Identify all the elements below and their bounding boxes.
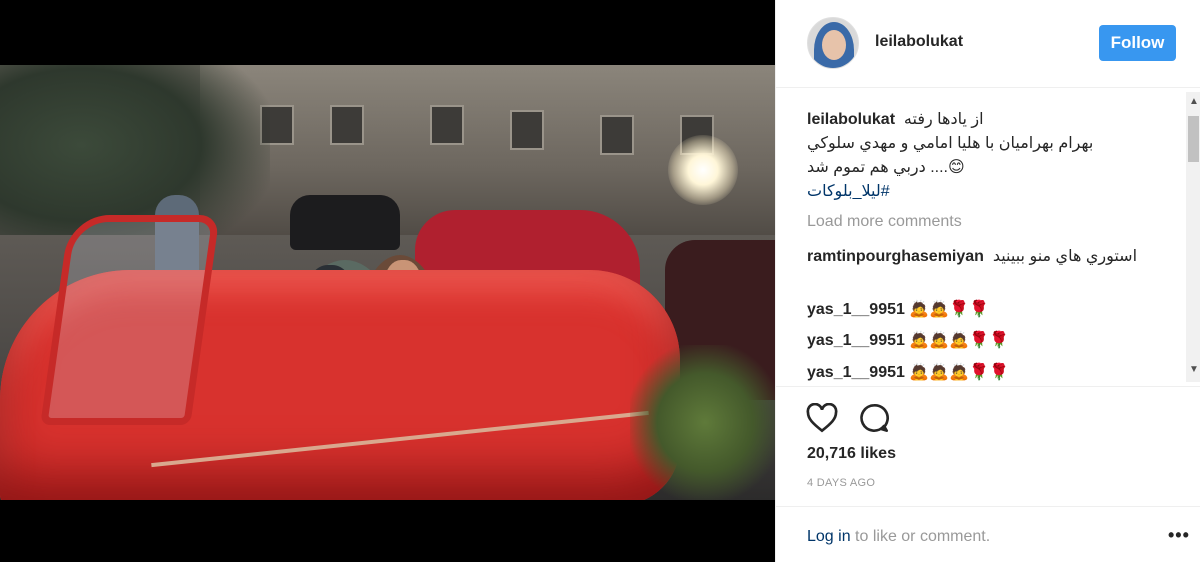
post-media[interactable] — [0, 0, 775, 562]
heart-icon[interactable] — [806, 403, 838, 433]
caption-line: 😊.... دربي هم تموم شد — [807, 159, 965, 176]
scrollbar-thumb[interactable] — [1188, 116, 1199, 162]
post-timestamp[interactable]: 4 DAYS AGO — [807, 477, 875, 489]
comments-scrollbar[interactable]: ▲ ▼ — [1186, 92, 1200, 382]
comment-text: 🙇🙇🙇🌹🌹 — [909, 364, 1009, 381]
comment-item: ramtinpourghasemiyan استوري هاي منو ببين… — [807, 245, 1177, 269]
comment-username[interactable]: yas_1__9951 — [807, 332, 905, 349]
comment-item: yas_1__9951 🙇🙇🙇🌹🌹 — [807, 329, 1177, 353]
comment-item: yas_1__9951 🙇🙇🙇🌹🌹 — [807, 361, 1177, 385]
comment-username[interactable]: yas_1__9951 — [807, 301, 905, 318]
comments-list: leilabolukat از يادها رفته بهرام بهراميا… — [776, 88, 1186, 386]
login-link[interactable]: Log in — [807, 528, 851, 545]
comment-text: 🙇🙇🌹🌹 — [909, 301, 990, 318]
login-prompt-text: to like or comment. — [850, 528, 991, 545]
load-more-comments[interactable]: Load more comments — [807, 213, 962, 231]
hashtag-link[interactable]: #ليلا_بلوكات — [807, 180, 1177, 204]
comment-item: yas_1__9951 🙇🙇🌹🌹 — [807, 298, 1177, 322]
post-header: leilabolukat Follow — [776, 0, 1200, 88]
comment-username[interactable]: yas_1__9951 — [807, 364, 905, 381]
likes-count[interactable]: 20,716 likes — [807, 445, 896, 463]
scroll-down-arrow-icon[interactable]: ▼ — [1189, 364, 1199, 375]
comment-text: استوري هاي منو ببينيد — [992, 248, 1138, 265]
scroll-up-arrow-icon[interactable]: ▲ — [1189, 96, 1199, 107]
post-footer: Log in to like or comment. ••• — [776, 506, 1200, 562]
post-actions: 20,716 likes 4 DAYS AGO — [776, 386, 1200, 506]
post-photo — [0, 65, 775, 500]
caption-line: بهرام بهراميان با هليا امامي و مهدي سلوك… — [807, 135, 1094, 152]
post-caption: leilabolukat از يادها رفته بهرام بهراميا… — [807, 108, 1177, 204]
caption-line: از يادها رفته — [903, 111, 984, 128]
login-prompt: Log in to like or comment. — [807, 528, 990, 546]
post-username[interactable]: leilabolukat — [875, 33, 963, 51]
follow-button[interactable]: Follow — [1099, 25, 1176, 61]
comment-username[interactable]: ramtinpourghasemiyan — [807, 248, 984, 265]
comment-icon[interactable] — [858, 402, 890, 434]
comment-text: 🙇🙇🙇🌹🌹 — [909, 332, 1009, 349]
caption-username[interactable]: leilabolukat — [807, 111, 895, 128]
post-panel: leilabolukat Follow leilabolukat از ياده… — [775, 0, 1200, 562]
more-options-icon[interactable]: ••• — [1168, 526, 1190, 544]
avatar[interactable] — [807, 17, 859, 69]
